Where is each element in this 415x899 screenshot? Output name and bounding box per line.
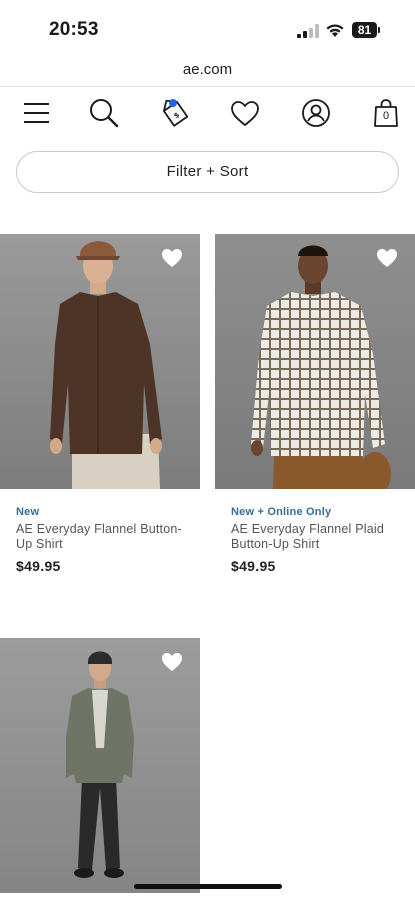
site-nav: $ 0	[0, 87, 415, 137]
product-name[interactable]: AE Everyday Flannel Button-Up Shirt	[16, 522, 194, 552]
product-tag: New + Online Only	[231, 506, 332, 518]
filter-sort-button[interactable]: Filter + Sort	[16, 151, 399, 193]
svg-text:$: $	[172, 111, 181, 120]
product-tag: New	[16, 506, 40, 518]
product-price: $49.95	[16, 558, 61, 574]
deals-tag-icon[interactable]: $	[155, 93, 195, 133]
wifi-icon	[326, 24, 344, 37]
account-icon[interactable]	[296, 93, 336, 133]
product-card[interactable]: New + Online Only AE Everyday Flannel Pl…	[215, 234, 415, 579]
product-card[interactable]: New AE Everyday Flannel Button-Up Shirt …	[0, 234, 200, 579]
favorite-heart-icon[interactable]	[161, 248, 183, 268]
cellular-signal-icon	[297, 24, 319, 38]
home-indicator[interactable]	[134, 884, 282, 889]
status-bar: 20:53 81	[0, 0, 415, 58]
product-card[interactable]	[0, 638, 200, 893]
cart-bag-icon[interactable]: 0	[366, 93, 406, 133]
product-image[interactable]	[215, 234, 415, 489]
search-icon[interactable]	[84, 93, 124, 133]
url-bar[interactable]: ae.com	[0, 58, 415, 86]
battery-tip	[378, 27, 380, 33]
battery-indicator: 81	[352, 22, 381, 38]
product-name[interactable]: AE Everyday Flannel Plaid Button-Up Shir…	[231, 522, 409, 552]
product-image[interactable]	[0, 234, 200, 489]
cart-count: 0	[382, 110, 390, 122]
status-time: 20:53	[49, 19, 99, 40]
battery-level: 81	[352, 22, 377, 38]
favorite-heart-icon[interactable]	[376, 248, 398, 268]
menu-icon[interactable]	[17, 93, 57, 133]
favorite-heart-icon[interactable]	[161, 652, 183, 672]
wishlist-heart-icon[interactable]	[225, 93, 265, 133]
product-price: $49.95	[231, 558, 276, 574]
product-image[interactable]	[0, 638, 200, 893]
